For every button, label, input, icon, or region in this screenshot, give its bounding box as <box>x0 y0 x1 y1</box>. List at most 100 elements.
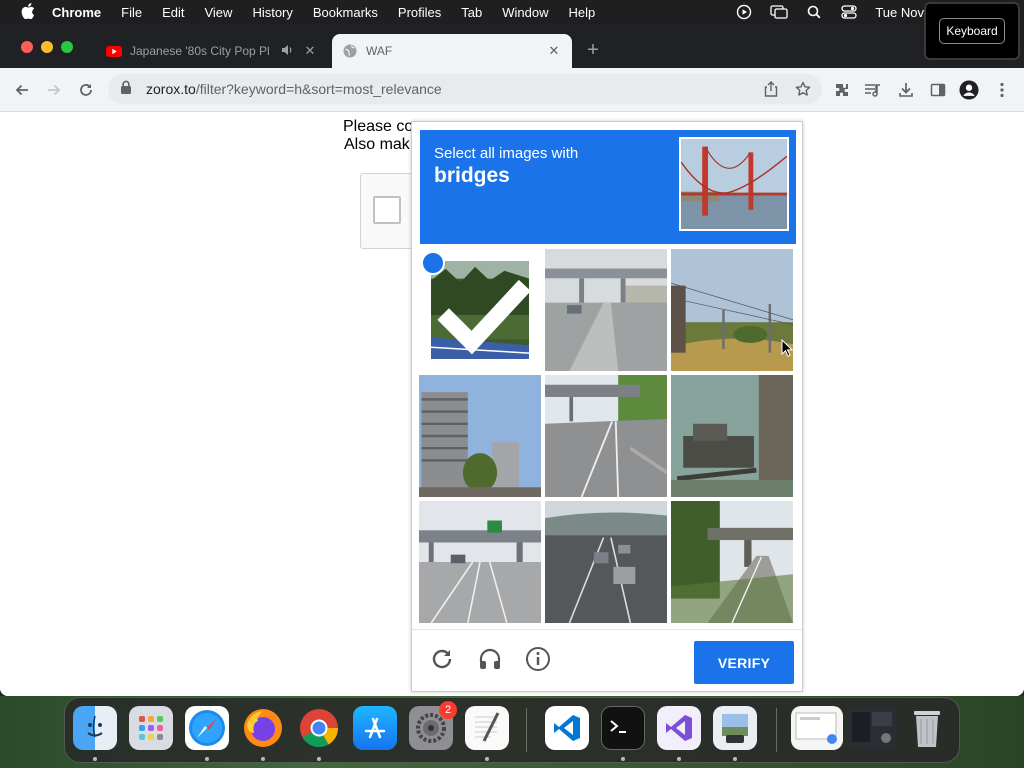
menu-view[interactable]: View <box>204 5 232 20</box>
url-path: /filter?keyword=h&sort=most_relevance <box>195 81 442 97</box>
url-host: zorox.to <box>146 81 196 97</box>
youtube-icon <box>106 43 122 59</box>
check-icon <box>421 251 531 355</box>
zoom-window-button[interactable] <box>61 41 73 53</box>
challenge-header: Select all images with bridges <box>420 130 796 244</box>
captcha-tile-2[interactable] <box>545 249 667 371</box>
safari-icon[interactable] <box>185 706 229 750</box>
minimize-window-button[interactable] <box>41 41 53 53</box>
challenge-target: bridges <box>434 164 510 187</box>
screenshot-thumb-2[interactable] <box>847 706 897 750</box>
system-settings-icon[interactable]: 2 <box>409 701 457 750</box>
new-tab-button[interactable]: + <box>582 40 604 62</box>
sample-image <box>679 137 789 231</box>
textedit-icon[interactable] <box>465 706 509 750</box>
recaptcha-checkbox[interactable] <box>373 196 401 224</box>
screenshot-thumb-1[interactable] <box>791 706 843 750</box>
dock-separator <box>776 708 777 752</box>
address-bar[interactable]: zorox.to/filter?keyword=h&sort=most_rele… <box>108 74 822 104</box>
screen-mirroring-icon[interactable] <box>770 5 788 19</box>
challenge-footer: VERIFY <box>412 629 802 691</box>
verify-button[interactable]: VERIFY <box>694 641 794 684</box>
bookmark-star-icon[interactable] <box>794 80 812 98</box>
close-window-button[interactable] <box>21 41 33 53</box>
app-store-icon[interactable] <box>353 706 397 750</box>
speaker-icon[interactable] <box>280 43 296 60</box>
launchpad-icon[interactable] <box>129 706 173 750</box>
tab-youtube[interactable]: Japanese '80s City Pop Pl ✕ <box>96 34 328 68</box>
forward-button[interactable] <box>43 79 65 101</box>
lock-icon[interactable] <box>120 80 136 99</box>
chrome-icon[interactable] <box>297 706 341 750</box>
captcha-tile-9[interactable] <box>671 501 793 623</box>
tab-strip: Japanese '80s City Pop Pl ✕ WAF ✕ + <box>0 24 1024 68</box>
dock: 2 <box>64 697 960 763</box>
menu-bookmarks[interactable]: Bookmarks <box>313 5 378 20</box>
running-indicator <box>93 757 97 761</box>
back-button[interactable] <box>11 79 33 101</box>
reload-button[interactable] <box>75 79 97 101</box>
close-tab-icon[interactable]: ✕ <box>546 43 562 59</box>
menu-file[interactable]: File <box>121 5 142 20</box>
tab-waf[interactable]: WAF ✕ <box>332 34 572 68</box>
vscode-icon[interactable] <box>545 706 589 750</box>
running-indicator <box>317 757 321 761</box>
menu-history[interactable]: History <box>252 5 292 20</box>
menu-profiles[interactable]: Profiles <box>398 5 441 20</box>
running-indicator <box>621 757 625 761</box>
menu-clock[interactable]: Tue Nov <box>875 5 924 20</box>
reload-challenge-icon[interactable] <box>428 645 456 673</box>
captcha-challenge: Select all images with bridges VERIFY <box>411 121 803 692</box>
profile-avatar-icon[interactable] <box>959 80 979 100</box>
menu-bar: Chrome File Edit View History Bookmarks … <box>0 0 1024 24</box>
tab-title: Japanese '80s City Pop Pl <box>130 44 270 58</box>
captcha-tile-3[interactable] <box>671 249 793 371</box>
play-icon[interactable] <box>735 4 753 20</box>
keyboard-overlay: Keyboard <box>924 2 1020 60</box>
globe-icon <box>342 43 358 59</box>
preview-icon[interactable] <box>713 706 757 750</box>
url-text: zorox.to/filter?keyword=h&sort=most_rele… <box>146 81 442 97</box>
share-icon[interactable] <box>762 80 780 98</box>
running-indicator <box>485 757 489 761</box>
running-indicator <box>677 757 681 761</box>
captcha-tile-8[interactable] <box>545 501 667 623</box>
page-text-line-1: Please co <box>343 118 414 135</box>
dock-separator <box>526 708 527 752</box>
captcha-tile-1[interactable] <box>419 249 541 371</box>
audio-challenge-icon[interactable] <box>476 645 504 673</box>
trash-icon[interactable] <box>905 706 949 750</box>
browser-toolbar: zorox.to/filter?keyword=h&sort=most_rele… <box>0 68 1024 112</box>
captcha-tile-7[interactable] <box>419 501 541 623</box>
close-tab-icon[interactable]: ✕ <box>302 43 318 59</box>
visual-studio-icon[interactable] <box>657 706 701 750</box>
challenge-instruction: Select all images with <box>434 145 579 162</box>
firefox-icon[interactable] <box>241 706 285 750</box>
more-menu-icon[interactable] <box>992 80 1012 100</box>
control-center-icon[interactable] <box>840 5 858 19</box>
side-panel-icon[interactable] <box>928 80 948 100</box>
mouse-cursor-icon <box>781 338 794 362</box>
captcha-tile-4[interactable] <box>419 375 541 497</box>
download-icon[interactable] <box>896 80 916 100</box>
menu-window[interactable]: Window <box>502 5 548 20</box>
running-indicator <box>205 757 209 761</box>
page-message: Please co Also mak <box>343 118 413 154</box>
terminal-icon[interactable] <box>601 706 645 750</box>
extensions-icon[interactable] <box>832 80 852 100</box>
info-icon[interactable] <box>524 645 552 673</box>
page-text-line-2: Also mak <box>344 136 410 153</box>
notification-badge: 2 <box>439 701 457 719</box>
menu-help[interactable]: Help <box>569 5 596 20</box>
tab-title: WAF <box>366 44 393 58</box>
captcha-tile-5[interactable] <box>545 375 667 497</box>
menu-tab[interactable]: Tab <box>461 5 482 20</box>
media-control-icon[interactable] <box>863 80 883 100</box>
running-indicator <box>261 757 265 761</box>
menu-app-name[interactable]: Chrome <box>52 5 101 20</box>
captcha-tile-6[interactable] <box>671 375 793 497</box>
apple-menu-icon[interactable] <box>18 2 38 22</box>
finder-icon[interactable] <box>73 706 117 750</box>
menu-edit[interactable]: Edit <box>162 5 184 20</box>
spotlight-search-icon[interactable] <box>805 5 823 19</box>
